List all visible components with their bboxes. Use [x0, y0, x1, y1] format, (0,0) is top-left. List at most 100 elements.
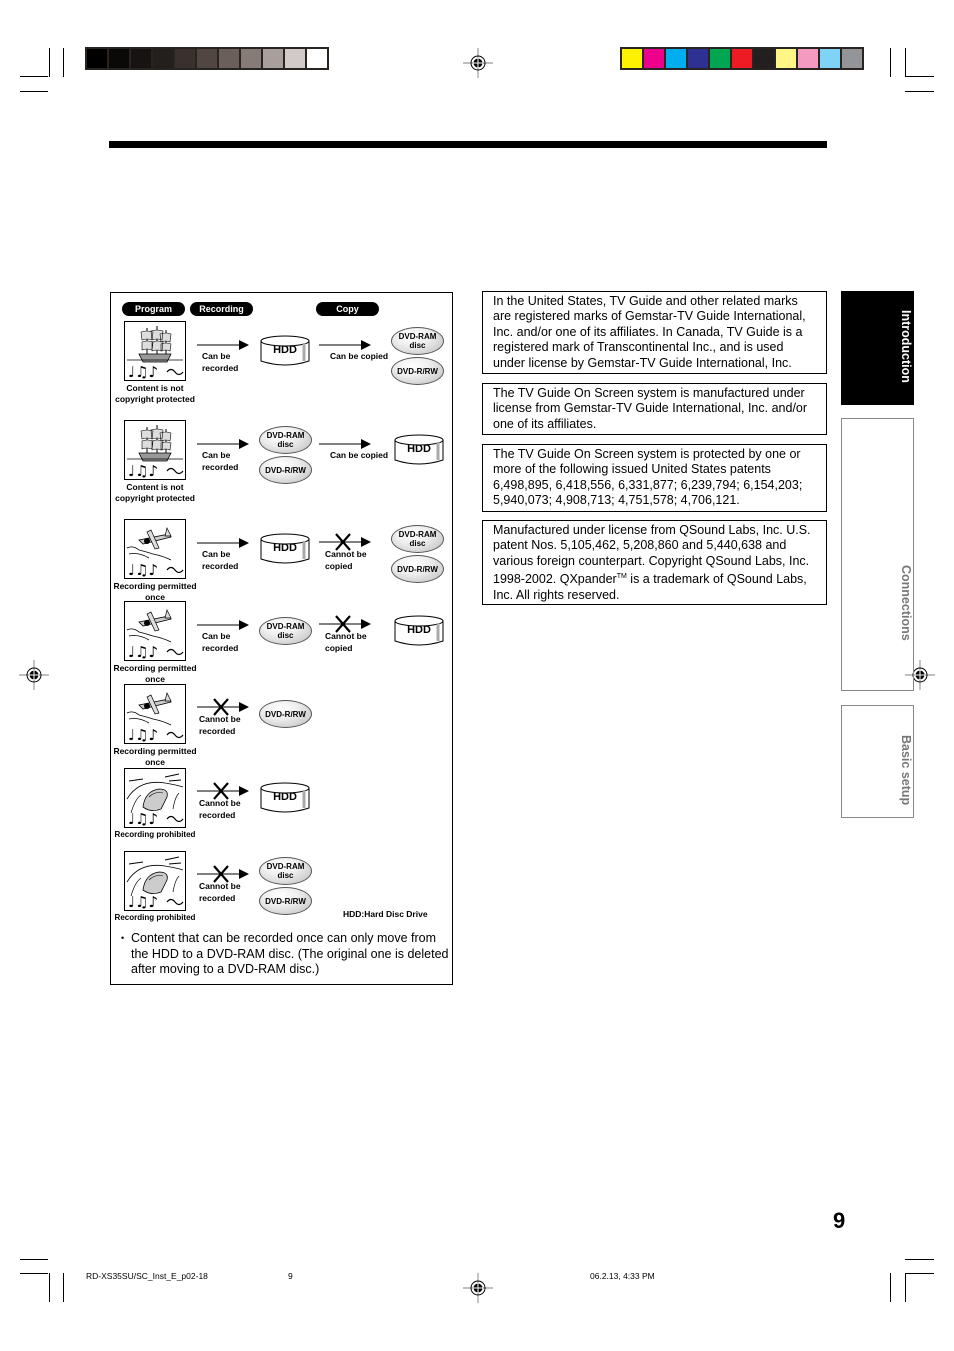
hdd-label: HDD — [407, 624, 431, 636]
hdd-label: HDD — [273, 791, 297, 803]
record-arrow — [197, 536, 249, 548]
svg-text:♩♫♪: ♩♫♪ — [128, 462, 158, 479]
car-picture: ♩♫♪ — [124, 768, 186, 828]
registration-mark-left — [19, 660, 49, 690]
car-picture: ♩♫♪ — [124, 851, 186, 911]
color-swatch — [842, 49, 862, 68]
dvd-ram-disc-icon: DVD-RAM disc — [391, 327, 444, 355]
color-swatch — [776, 49, 796, 68]
record-label: Can be recorded — [202, 450, 239, 472]
registration-mark-top — [463, 48, 493, 78]
tv-guide-license-box: The TV Guide On Screen system is manufac… — [482, 383, 827, 435]
gray-swatch — [219, 49, 239, 68]
note-body: Content that can be recorded once can on… — [131, 931, 449, 976]
trademark-symbol: TM — [616, 573, 627, 581]
dvd-rw-disc-icon: DVD-R/RW — [259, 456, 312, 484]
hdd-icon: HDD — [394, 434, 444, 466]
tab-basic-setup-label: Basic setup — [899, 735, 913, 806]
record-label: Can be recorded — [202, 631, 239, 653]
record-blocked-arrow — [197, 782, 249, 800]
copy-label: Can be copied — [330, 450, 389, 460]
hdd-icon: HDD — [260, 335, 310, 367]
record-blocked-arrow — [197, 865, 249, 883]
color-swatch — [688, 49, 708, 68]
hdd-label: HDD — [273, 344, 297, 356]
hdd-label: HDD — [273, 542, 297, 554]
dvd-ram-disc-icon: DVD-RAM disc — [259, 617, 312, 645]
color-swatch — [754, 49, 774, 68]
record-blocked-arrow — [197, 698, 249, 716]
footer-page: 9 — [288, 1271, 293, 1281]
svg-text:♩♫♪: ♩♫♪ — [128, 893, 158, 910]
svg-text:♩♫♪: ♩♫♪ — [128, 363, 158, 380]
gray-swatch — [153, 49, 173, 68]
gray-swatch — [109, 49, 129, 68]
color-swatch — [732, 49, 752, 68]
dvd-rw-disc-icon: DVD-R/RW — [259, 887, 312, 915]
record-label: Can be recorded — [202, 351, 239, 373]
color-swatch — [622, 49, 642, 68]
tab-connections[interactable]: Connections — [841, 418, 914, 691]
svg-text:♩♫♪: ♩♫♪ — [128, 643, 158, 660]
copy-label: Can be copied — [330, 351, 389, 361]
gray-swatch — [197, 49, 217, 68]
airplane-picture: ♩♫♪ — [124, 684, 186, 744]
record-label: Cannot be recorded — [199, 714, 241, 736]
dvd-rw-disc-icon: DVD-R/RW — [391, 357, 444, 385]
bullet: • — [121, 933, 125, 943]
record-arrow — [197, 338, 249, 350]
tab-introduction[interactable]: Introduction — [841, 291, 914, 405]
svg-text:♩♫♪: ♩♫♪ — [128, 810, 158, 827]
record-label: Can be recorded — [202, 549, 239, 571]
hdd-icon: HDD — [394, 615, 444, 647]
gray-swatch — [241, 49, 261, 68]
svg-text:♩♫♪: ♩♫♪ — [128, 726, 158, 743]
page-number: 9 — [833, 1208, 846, 1233]
gray-swatch — [285, 49, 305, 68]
tab-connections-label: Connections — [899, 564, 913, 641]
footer-timestamp: 06.2.13, 4:33 PM — [590, 1271, 655, 1281]
gray-swatch — [307, 49, 327, 68]
tv-guide-trademark-box: In the United States, TV Guide and other… — [482, 291, 827, 374]
hdd-icon: HDD — [260, 533, 310, 565]
picture-caption: Content is not copyright protected — [115, 383, 195, 404]
picture-caption: Content is not copyright protected — [115, 482, 195, 503]
header-copy: Copy — [316, 302, 379, 316]
qsound-license-box: Manufactured under license from QSound L… — [482, 520, 827, 605]
gray-swatch — [131, 49, 151, 68]
registration-mark-bottom — [463, 1273, 493, 1303]
tab-basic-setup[interactable]: Basic setup — [841, 705, 914, 818]
dvd-ram-disc-icon: DVD-RAM disc — [391, 525, 444, 553]
header-program: Program — [122, 302, 185, 316]
tab-introduction-label: Introduction — [899, 310, 913, 383]
header-recording: Recording — [190, 302, 253, 316]
color-swatch — [798, 49, 818, 68]
color-swatch — [710, 49, 730, 68]
copy-arrow — [319, 338, 371, 350]
hdd-icon: HDD — [260, 782, 310, 814]
picture-caption: Recording prohibited — [114, 830, 196, 839]
record-label: Cannot be recorded — [199, 798, 241, 820]
header-rule — [109, 141, 827, 148]
gray-swatch — [87, 49, 107, 68]
hdd-legend: HDD:Hard Disc Drive — [343, 909, 428, 919]
dvd-ram-disc-icon: DVD-RAM disc — [259, 426, 312, 454]
color-swatch — [644, 49, 664, 68]
picture-caption: Recording permitted once — [113, 746, 197, 767]
color-bar — [620, 47, 864, 70]
tv-guide-patents-box: The TV Guide On Screen system is protect… — [482, 444, 827, 512]
record-label: Cannot be recorded — [199, 881, 241, 903]
svg-text:♩♫♪: ♩♫♪ — [128, 561, 158, 578]
footer-filename: RD-XS35SU/SC_Inst_E_p02-18 — [86, 1271, 208, 1281]
dvd-ram-disc-icon: DVD-RAM disc — [259, 857, 312, 885]
copy-blocked-arrow — [319, 615, 371, 633]
gray-swatch — [263, 49, 283, 68]
dvd-rw-disc-icon: DVD-R/RW — [391, 555, 444, 583]
copy-label: Cannot be copied — [325, 549, 367, 571]
airplane-picture: ♩♫♪ — [124, 519, 186, 579]
picture-caption: Recording permitted once — [113, 581, 197, 602]
copy-blocked-arrow — [319, 533, 371, 551]
dvd-rw-disc-icon: DVD-R/RW — [259, 700, 312, 728]
note-text: • Content that can be recorded once can … — [121, 931, 451, 978]
airplane-picture: ♩♫♪ — [124, 601, 186, 661]
